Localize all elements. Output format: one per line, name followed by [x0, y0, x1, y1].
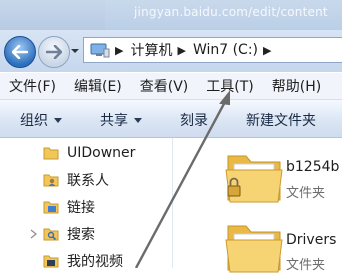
- tree-item-contacts[interactable]: 联系人: [0, 168, 172, 192]
- organize-label: 组织: [20, 113, 48, 129]
- menu-bar: 文件(F) 编辑(E) 查看(V) 工具(T) 帮助(H): [0, 73, 342, 100]
- forward-button[interactable]: [38, 36, 70, 68]
- chevron-down-icon: [134, 117, 142, 123]
- contacts-icon: [43, 174, 59, 187]
- browser-url-strip: jingyan.baidu.com/edit/content: [0, 0, 342, 34]
- folder-locked-icon: [225, 155, 283, 203]
- tree-item-videos[interactable]: 我的视频: [0, 249, 172, 273]
- breadcrumb-separator-icon[interactable]: ▶: [115, 44, 123, 57]
- new-folder-label: 新建文件夹: [246, 113, 316, 129]
- new-folder-button[interactable]: 新建文件夹: [246, 110, 316, 130]
- folder-icon: [225, 225, 283, 273]
- file-list: b1254b 文件夹 Drivers 文件夹: [173, 138, 342, 273]
- arrow-right-icon: [46, 45, 62, 59]
- menu-view[interactable]: 查看(V): [131, 76, 189, 96]
- menu-tools[interactable]: 工具(T): [197, 76, 253, 96]
- search-folder-icon: [43, 228, 59, 241]
- command-bar: 组织 共享 刻录 新建文件夹: [0, 100, 342, 138]
- browser-url-text: jingyan.baidu.com/edit/content: [134, 5, 328, 19]
- tree-item-label: 搜索: [67, 227, 95, 243]
- file-type: 文件夹: [286, 186, 326, 201]
- browser-tab-area: [0, 0, 105, 34]
- menu-file[interactable]: 文件(F): [0, 76, 56, 96]
- links-icon: [43, 201, 59, 214]
- breadcrumb-separator-icon[interactable]: ▶: [263, 44, 271, 57]
- navigation-pane: UIDowner 联系人 链接 搜索 我的视频: [0, 138, 173, 270]
- breadcrumb-drive-c[interactable]: Win7 (C:): [193, 42, 258, 58]
- file-type: 文件夹: [286, 258, 326, 273]
- breadcrumb-computer[interactable]: 计算机: [130, 40, 172, 60]
- menu-edit[interactable]: 编辑(E): [65, 76, 122, 96]
- folder-icon: [43, 147, 59, 160]
- tree-item-label: 链接: [67, 200, 95, 216]
- tree-item-label: 联系人: [67, 173, 109, 189]
- tree-item-search[interactable]: 搜索: [0, 222, 172, 246]
- tree-item-links[interactable]: 链接: [0, 195, 172, 219]
- address-bar[interactable]: ▶ 计算机 ▶ Win7 (C:) ▶: [83, 37, 342, 63]
- recent-pages-dropdown-icon[interactable]: [70, 46, 80, 56]
- computer-icon: [90, 42, 110, 58]
- share-button[interactable]: 共享: [100, 110, 142, 130]
- expand-arrow-icon[interactable]: [30, 229, 38, 239]
- chevron-down-icon: [54, 117, 62, 123]
- tree-item-label: UIDowner: [67, 145, 136, 161]
- arrow-left-icon: [12, 45, 28, 59]
- file-name: b1254b: [286, 159, 340, 175]
- organize-button[interactable]: 组织: [20, 110, 62, 130]
- burn-button[interactable]: 刻录: [180, 110, 208, 130]
- breadcrumb-separator-icon[interactable]: ▶: [177, 44, 185, 57]
- share-label: 共享: [100, 113, 128, 129]
- burn-label: 刻录: [180, 113, 208, 129]
- menu-help[interactable]: 帮助(H): [263, 76, 321, 96]
- tree-item-label: 我的视频: [67, 254, 123, 270]
- tree-item-uidowner[interactable]: UIDowner: [0, 141, 172, 165]
- file-name: Drivers: [286, 232, 337, 248]
- videos-icon: [43, 255, 59, 268]
- back-button[interactable]: [4, 36, 36, 68]
